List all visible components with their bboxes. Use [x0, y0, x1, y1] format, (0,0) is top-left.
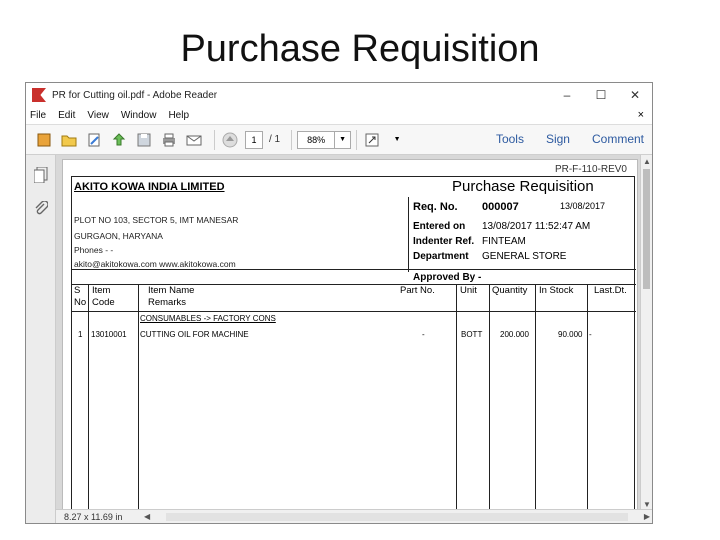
pdf-page: PR-F-110-REV0 AKITO KOWA INDIA LIMITED P…: [62, 159, 638, 511]
print-icon[interactable]: [159, 130, 179, 150]
zoom-input[interactable]: 88%: [297, 130, 336, 149]
col-header-last-date: Last.Dt.: [594, 285, 627, 296]
row-quantity: 200.000: [500, 330, 529, 339]
col-header-part-no: Part No.: [400, 285, 435, 296]
indenter-label: Indenter Ref.: [413, 236, 475, 247]
navigation-pane: [26, 155, 56, 523]
row-part-no: -: [422, 330, 425, 339]
scrollbar-thumb[interactable]: [643, 169, 650, 289]
address-line: GURGAON, HARYANA: [74, 231, 163, 241]
col-header-item-name: Item Name Remarks: [148, 285, 195, 308]
minimize-button[interactable]: –: [550, 83, 584, 107]
menu-view[interactable]: View: [87, 110, 109, 121]
req-no-label: Req. No.: [413, 201, 458, 213]
upload-icon[interactable]: [109, 130, 129, 150]
document-code: PR-F-110-REV0: [554, 164, 627, 175]
column-line: [535, 284, 536, 511]
pdf-reader-window: PR for Cutting oil.pdf - Adobe Reader – …: [25, 82, 653, 524]
divider: [72, 269, 636, 270]
menu-edit[interactable]: Edit: [58, 110, 75, 121]
company-name: AKITO KOWA INDIA LIMITED: [74, 181, 225, 193]
column-line: [489, 284, 490, 511]
department-value: GENERAL STORE: [482, 251, 567, 262]
col-header-unit: Unit: [460, 285, 477, 296]
open-folder-icon[interactable]: [59, 130, 79, 150]
toolbar-divider: [291, 129, 293, 150]
page-total: / 1: [269, 134, 281, 145]
col-header-item-code: Item Code: [92, 285, 115, 308]
row-item-name: CUTTING OIL FOR MACHINE: [140, 330, 249, 339]
zoom-dropdown-icon[interactable]: ▼: [335, 130, 352, 149]
email-icon[interactable]: [184, 130, 204, 150]
adobe-reader-icon: [32, 88, 46, 102]
scroll-right-icon[interactable]: ▶: [644, 512, 650, 521]
edit-icon[interactable]: [84, 130, 104, 150]
category-label: CONSUMABLES -> FACTORY CONS: [140, 314, 276, 323]
row-last-date: -: [589, 330, 592, 339]
menu-bar: File Edit View Window Help ×: [26, 107, 652, 125]
column-line: [587, 284, 588, 511]
req-no-value: 000007: [482, 201, 519, 213]
entered-on-value: 13/08/2017 11:52:47 AM: [482, 221, 591, 232]
col-header-in-stock: In Stock: [539, 285, 574, 296]
scroll-left-icon[interactable]: ◀: [144, 512, 150, 521]
comment-pane-link[interactable]: Comment: [592, 132, 644, 146]
scroll-up-icon[interactable]: ▲: [643, 157, 651, 166]
row-item-code: 13010001: [91, 330, 127, 339]
col-header-quantity: Quantity: [492, 285, 528, 296]
req-date: 13/08/2017: [560, 201, 606, 211]
close-document-button[interactable]: ×: [638, 109, 644, 121]
address-line: PLOT NO 103, SECTOR 5, IMT MANESAR: [74, 215, 239, 225]
row-unit: BOTT: [461, 330, 483, 339]
save-icon[interactable]: [134, 130, 154, 150]
status-bar: 8.27 x 11.69 in ◀ ▶: [56, 509, 652, 523]
column-line: [138, 284, 139, 511]
page-thumbnails-icon[interactable]: [26, 161, 56, 189]
page-size-label: 8.27 x 11.69 in: [64, 511, 123, 522]
vertical-scrollbar[interactable]: ▲ ▼: [640, 155, 652, 511]
sign-pane-link[interactable]: Sign: [546, 132, 570, 146]
entered-on-label: Entered on: [413, 221, 466, 232]
menu-help[interactable]: Help: [168, 110, 189, 121]
page-number-input[interactable]: 1: [245, 130, 263, 149]
more-tools-dropdown-icon[interactable]: ▼: [387, 130, 407, 150]
form-title: Purchase Requisition: [452, 178, 594, 195]
previous-page-icon[interactable]: [220, 130, 240, 150]
column-line: [88, 284, 89, 511]
close-window-button[interactable]: ✕: [618, 83, 652, 107]
divider: [72, 311, 636, 312]
col-header-sno: S No: [74, 285, 87, 308]
create-pdf-icon[interactable]: [34, 130, 54, 150]
tools-pane-link[interactable]: Tools: [496, 132, 524, 146]
maximize-button[interactable]: ☐: [584, 83, 618, 107]
menu-window[interactable]: Window: [121, 110, 157, 121]
department-label: Department: [413, 251, 469, 262]
menu-file[interactable]: File: [30, 110, 46, 121]
toolbar: 1 / 1 88% ▼ ▼ Tools Sign Comment: [26, 125, 652, 155]
column-line: [456, 284, 457, 511]
toolbar-divider: [356, 129, 358, 150]
row-sno: 1: [78, 330, 83, 339]
document-view[interactable]: PR-F-110-REV0 AKITO KOWA INDIA LIMITED P…: [56, 155, 642, 511]
address-line: Phones - -: [74, 245, 114, 255]
scroll-down-icon[interactable]: ▼: [643, 500, 651, 509]
attachments-icon[interactable]: [26, 195, 56, 223]
indenter-value: FINTEAM: [482, 236, 526, 247]
row-in-stock: 90.000: [558, 330, 583, 339]
approved-by-label: Approved By -: [413, 272, 482, 283]
requisition-form: AKITO KOWA INDIA LIMITED PLOT NO 103, SE…: [71, 176, 636, 511]
contact-line: akito@akitokowa.com www.akitokowa.com: [74, 259, 236, 269]
horizontal-scrollbar[interactable]: [166, 512, 628, 521]
slide-title: Purchase Requisition: [180, 28, 540, 70]
toolbar-divider: [214, 129, 215, 150]
fit-page-icon[interactable]: [362, 130, 382, 150]
window-title: PR for Cutting oil.pdf - Adobe Reader: [52, 89, 218, 101]
divider: [408, 197, 409, 272]
title-bar: PR for Cutting oil.pdf - Adobe Reader – …: [26, 83, 652, 107]
